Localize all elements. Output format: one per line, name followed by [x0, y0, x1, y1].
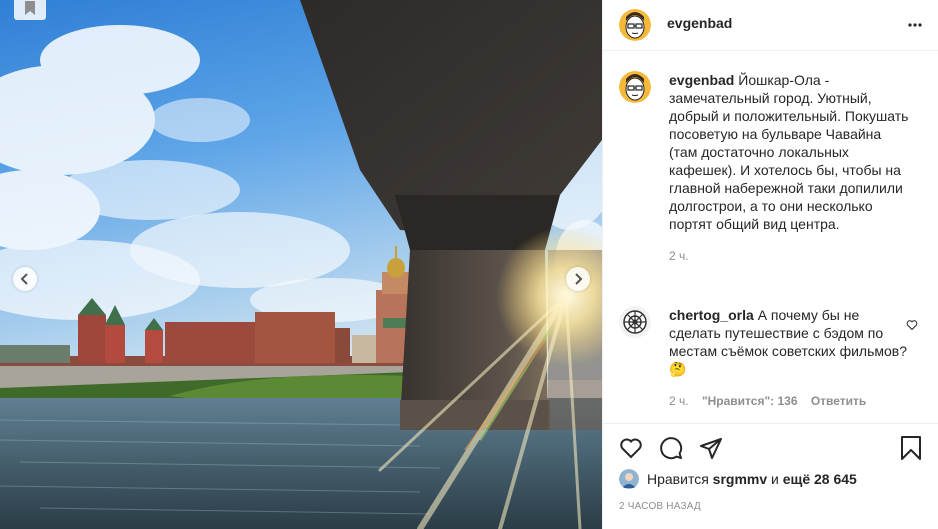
commenter-avatar[interactable]: [619, 306, 651, 338]
post-actions-bar: [603, 423, 938, 471]
comments-list[interactable]: evgenbad Йошкар-Ола - замечательный горо…: [603, 51, 938, 423]
post-photo[interactable]: [0, 0, 602, 529]
bookmark-outline-icon: [901, 435, 921, 460]
caption-author-avatar[interactable]: [619, 71, 651, 103]
post-side-panel: evgenbad evgenbad Йошкар-Ола - замечател…: [602, 0, 938, 529]
likes-prefix: Нравится: [647, 471, 709, 487]
comment-meta: 2 ч. "Нравится": 136 Ответить: [669, 392, 909, 410]
photo-save-tag[interactable]: [14, 0, 46, 20]
like-button[interactable]: [619, 436, 643, 460]
comment-icon: [660, 436, 683, 459]
likes-count-link[interactable]: ещё 28 645: [783, 471, 857, 487]
post-timestamp[interactable]: 2 ЧАСОВ НАЗАД: [619, 501, 701, 512]
caption-meta: 2 ч.: [669, 247, 909, 265]
bookmark-icon: [25, 1, 35, 15]
photo-scene: [0, 0, 602, 529]
caption-text: Йошкар-Ола - замечательный город. Уютный…: [669, 72, 909, 232]
heart-icon: [620, 438, 642, 458]
share-button[interactable]: [699, 436, 723, 460]
chevron-left-icon: [20, 273, 28, 285]
author-avatar[interactable]: [619, 9, 651, 41]
more-options-button[interactable]: [908, 23, 922, 27]
comment-body: chertog_orla А почему бы не сделать путе…: [669, 306, 909, 410]
chevron-right-icon: [575, 273, 583, 285]
send-icon: [700, 437, 722, 459]
likes-user-link[interactable]: srgmmv: [713, 471, 767, 487]
likes-middle: и: [771, 471, 779, 487]
comment-username[interactable]: chertog_orla: [669, 307, 754, 323]
heart-icon: [906, 320, 918, 331]
liker-avatar[interactable]: [619, 469, 639, 489]
caption-body: evgenbad Йошкар-Ола - замечательный горо…: [669, 71, 909, 265]
comment-like-button[interactable]: [906, 318, 918, 336]
next-photo-button[interactable]: [566, 267, 590, 291]
comment-reply-button[interactable]: Ответить: [811, 394, 866, 408]
comment-button[interactable]: [659, 436, 683, 460]
header-username[interactable]: evgenbad: [667, 15, 732, 31]
caption-time[interactable]: 2 ч.: [669, 249, 689, 263]
post-caption: evgenbad Йошкар-Ола - замечательный горо…: [619, 71, 922, 265]
likes-summary: Нравится srgmmv и ещё 28 645: [619, 469, 857, 489]
more-horizontal-icon: [908, 23, 922, 27]
comment-likes-count[interactable]: "Нравится": 136: [702, 394, 798, 408]
comment-item: chertog_orla А почему бы не сделать путе…: [619, 306, 922, 410]
instagram-post-view: evgenbad evgenbad Йошкар-Ола - замечател…: [0, 0, 938, 529]
previous-photo-button[interactable]: [13, 267, 37, 291]
comment-time[interactable]: 2 ч.: [669, 394, 689, 408]
post-header: evgenbad: [603, 0, 938, 51]
caption-username[interactable]: evgenbad: [669, 72, 734, 88]
save-post-button[interactable]: [900, 435, 922, 460]
